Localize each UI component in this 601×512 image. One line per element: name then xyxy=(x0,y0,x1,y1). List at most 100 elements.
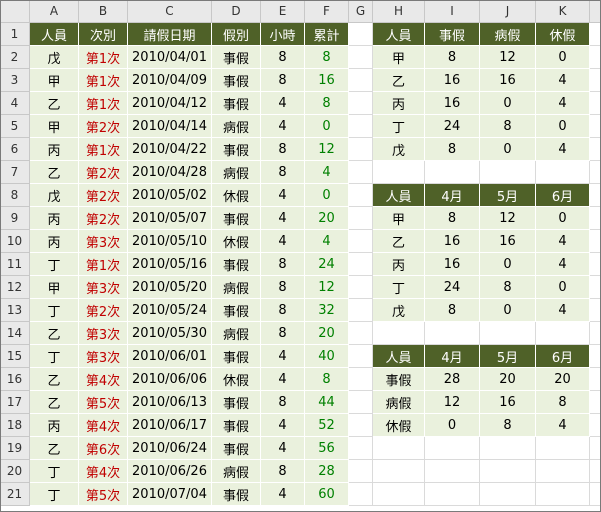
grid-cell[interactable] xyxy=(349,115,373,138)
grid-cell[interactable] xyxy=(349,276,373,299)
table3-cell[interactable]: 8 xyxy=(425,207,480,230)
table2-cell[interactable]: 4 xyxy=(536,92,590,115)
table1-cell[interactable]: 事假 xyxy=(212,46,261,69)
grid-cell[interactable] xyxy=(373,460,425,483)
table1-cell[interactable]: 甲 xyxy=(30,69,79,92)
table1-cell[interactable]: 第2次 xyxy=(79,207,128,230)
table1-header[interactable]: 請假日期 xyxy=(128,23,212,46)
table4-cell[interactable]: 12 xyxy=(425,391,480,414)
table2-cell[interactable]: 4 xyxy=(536,69,590,92)
table1-cell[interactable]: 20 xyxy=(305,207,349,230)
table1-cell[interactable]: 第1次 xyxy=(79,92,128,115)
table3-cell[interactable]: 戊 xyxy=(373,299,425,322)
grid-cell[interactable] xyxy=(349,184,373,207)
row-header-19[interactable]: 19 xyxy=(0,437,30,460)
row-header-4[interactable]: 4 xyxy=(0,92,30,115)
grid-cell[interactable] xyxy=(480,460,536,483)
table1-cell[interactable]: 乙 xyxy=(30,322,79,345)
table1-cell[interactable]: 事假 xyxy=(212,437,261,460)
table1-cell[interactable]: 16 xyxy=(305,69,349,92)
table1-cell[interactable]: 60 xyxy=(305,483,349,506)
table1-header[interactable]: 累計 xyxy=(305,23,349,46)
grid-cell[interactable] xyxy=(349,391,373,414)
table1-cell[interactable]: 4 xyxy=(305,230,349,253)
row-header-10[interactable]: 10 xyxy=(0,230,30,253)
table1-cell[interactable]: 休假 xyxy=(212,184,261,207)
table1-cell[interactable]: 2010/06/06 xyxy=(128,368,212,391)
table1-cell[interactable]: 4 xyxy=(261,483,305,506)
grid-cell[interactable] xyxy=(425,437,480,460)
table3-cell[interactable]: 16 xyxy=(425,253,480,276)
table1-cell[interactable]: 2010/06/13 xyxy=(128,391,212,414)
grid-cell[interactable] xyxy=(373,322,425,345)
table1-cell[interactable]: 第4次 xyxy=(79,414,128,437)
table1-cell[interactable]: 24 xyxy=(305,253,349,276)
table1-cell[interactable]: 事假 xyxy=(212,483,261,506)
grid-cell[interactable] xyxy=(373,161,425,184)
row-header-7[interactable]: 7 xyxy=(0,161,30,184)
table1-cell[interactable]: 4 xyxy=(261,345,305,368)
table1-cell[interactable]: 事假 xyxy=(212,92,261,115)
table1-cell[interactable]: 丁 xyxy=(30,345,79,368)
row-header-12[interactable]: 12 xyxy=(0,276,30,299)
table1-cell[interactable]: 2010/05/07 xyxy=(128,207,212,230)
row-header-20[interactable]: 20 xyxy=(0,460,30,483)
table1-cell[interactable]: 丁 xyxy=(30,460,79,483)
table1-cell[interactable]: 8 xyxy=(261,161,305,184)
table2-cell[interactable]: 0 xyxy=(480,138,536,161)
table2-header[interactable]: 休假 xyxy=(536,23,590,46)
row-header-17[interactable]: 17 xyxy=(0,391,30,414)
table1-cell[interactable]: 乙 xyxy=(30,368,79,391)
table1-header[interactable]: 小時 xyxy=(261,23,305,46)
table1-cell[interactable]: 2010/04/09 xyxy=(128,69,212,92)
table1-cell[interactable]: 2010/06/26 xyxy=(128,460,212,483)
table3-cell[interactable]: 8 xyxy=(480,276,536,299)
row-header-5[interactable]: 5 xyxy=(0,115,30,138)
row-header-18[interactable]: 18 xyxy=(0,414,30,437)
table3-cell[interactable]: 24 xyxy=(425,276,480,299)
grid-cell[interactable] xyxy=(536,483,590,506)
table1-cell[interactable]: 2010/04/22 xyxy=(128,138,212,161)
table1-cell[interactable]: 第1次 xyxy=(79,69,128,92)
grid-cell[interactable] xyxy=(349,437,373,460)
table2-cell[interactable]: 0 xyxy=(480,92,536,115)
table1-cell[interactable]: 4 xyxy=(261,207,305,230)
table3-cell[interactable]: 0 xyxy=(480,299,536,322)
table1-cell[interactable]: 8 xyxy=(261,69,305,92)
table2-cell[interactable]: 甲 xyxy=(373,46,425,69)
table1-cell[interactable]: 丁 xyxy=(30,253,79,276)
table1-cell[interactable]: 8 xyxy=(261,299,305,322)
table3-header[interactable]: 4月 xyxy=(425,184,480,207)
table1-cell[interactable]: 戊 xyxy=(30,184,79,207)
table3-cell[interactable]: 4 xyxy=(536,299,590,322)
table1-cell[interactable]: 2010/05/24 xyxy=(128,299,212,322)
table3-header[interactable]: 6月 xyxy=(536,184,590,207)
grid-cell[interactable] xyxy=(349,368,373,391)
table1-cell[interactable]: 第2次 xyxy=(79,184,128,207)
row-header-2[interactable]: 2 xyxy=(0,46,30,69)
table4-cell[interactable]: 28 xyxy=(425,368,480,391)
table2-cell[interactable]: 8 xyxy=(480,115,536,138)
table1-cell[interactable]: 第2次 xyxy=(79,299,128,322)
table1-cell[interactable]: 乙 xyxy=(30,161,79,184)
grid-cell[interactable] xyxy=(425,483,480,506)
table1-cell[interactable]: 事假 xyxy=(212,138,261,161)
table3-cell[interactable]: 4 xyxy=(536,230,590,253)
table1-cell[interactable]: 病假 xyxy=(212,460,261,483)
table4-cell[interactable]: 休假 xyxy=(373,414,425,437)
table3-cell[interactable]: 16 xyxy=(480,230,536,253)
table1-cell[interactable]: 丙 xyxy=(30,138,79,161)
table4-header[interactable]: 5月 xyxy=(480,345,536,368)
grid-cell[interactable] xyxy=(349,230,373,253)
column-header-j[interactable]: J xyxy=(480,0,536,23)
table1-cell[interactable]: 2010/06/17 xyxy=(128,414,212,437)
table1-cell[interactable]: 休假 xyxy=(212,230,261,253)
table1-cell[interactable]: 丙 xyxy=(30,230,79,253)
table1-header[interactable]: 假別 xyxy=(212,23,261,46)
column-header-h[interactable]: H xyxy=(373,0,425,23)
column-header-f[interactable]: F xyxy=(305,0,349,23)
table1-cell[interactable]: 病假 xyxy=(212,322,261,345)
row-header-21[interactable]: 21 xyxy=(0,483,30,506)
table4-cell[interactable]: 20 xyxy=(536,368,590,391)
row-header-11[interactable]: 11 xyxy=(0,253,30,276)
